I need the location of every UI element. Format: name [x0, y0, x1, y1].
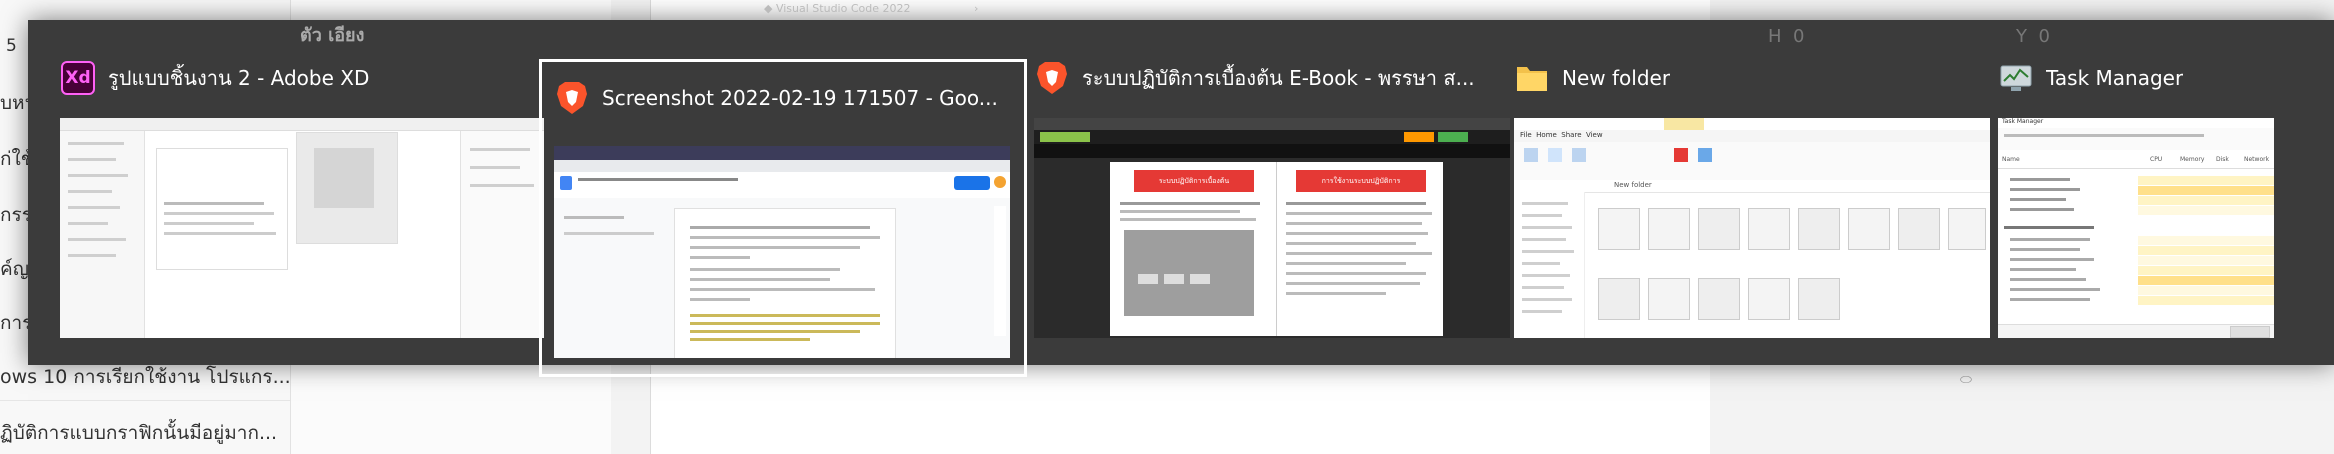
- window-title: Screenshot 2022-02-19 171507 - Goo...: [602, 86, 998, 110]
- window-header: Task Manager: [1998, 58, 2272, 98]
- ribbon-tabs: File Home Share View: [1520, 131, 1603, 139]
- window-thumbnail: File Home Share View New folder: [1514, 118, 1990, 338]
- window-title: Task Manager: [2046, 66, 2184, 90]
- window-header: Xd รูปแบบชิ้นงาน 2 - Adobe XD: [60, 58, 538, 98]
- breadcrumb: New folder: [1614, 181, 1652, 189]
- brave-browser-icon: [1034, 60, 1070, 96]
- background-text: ค์ญ: [0, 258, 29, 280]
- folder-icon: [1514, 60, 1550, 96]
- window-thumbnail: Task Manager Name CPU Memory Disk Networ…: [1998, 118, 2274, 338]
- adobe-xd-icon: Xd: [60, 60, 96, 96]
- background-text: ⬭: [1960, 372, 1972, 388]
- window-brave-screenshot[interactable]: Screenshot 2022-02-19 171507 - Goo...: [539, 59, 1027, 377]
- visual-studio-icon: ◆: [764, 2, 776, 15]
- task-header: Name CPU Memory Disk Network: [2002, 156, 2270, 163]
- background-text: ฏิบัติการแบบกราฟิกนั้นมีอยู่มาก...: [0, 422, 278, 444]
- ebook-banner-right: การใช้งานระบบปฏิบัติการ: [1321, 177, 1401, 185]
- task-manager-icon: [1998, 60, 2034, 96]
- background-text: 5: [6, 36, 17, 56]
- window-title: รูปแบบชิ้นงาน 2 - Adobe XD: [108, 66, 370, 90]
- window-file-explorer[interactable]: New folder File Home Share View New fold…: [1502, 42, 1990, 344]
- window-thumbnail: [60, 118, 544, 338]
- ebook-banner-left: ระบบปฏิบัติการเบื้องต้น: [1158, 177, 1230, 185]
- window-title: New folder: [1562, 66, 1671, 90]
- task-switcher: ตัว เอียง ◆ Visual Studio Code 2022 › H …: [28, 2, 2334, 377]
- menu-item: ◆ Visual Studio Code 2022 ›: [764, 2, 979, 15]
- window-task-manager[interactable]: Task Manager Task Manager Name CPU Memor…: [1986, 42, 2278, 344]
- window-header: New folder: [1514, 58, 1984, 98]
- window-header: ระบบปฏิบัติการเบื้องต้น E-Book - พรรษา ส…: [1034, 58, 1500, 98]
- window-title: ระบบปฏิบัติการเบื้องต้น E-Book - พรรษา ส…: [1082, 66, 1475, 90]
- window-adobe-xd[interactable]: Xd รูปแบบชิ้นงาน 2 - Adobe XD: [48, 42, 544, 344]
- window-thumbnail: [554, 146, 1010, 358]
- window-header: Screenshot 2022-02-19 171507 - Goo...: [554, 78, 1018, 118]
- window-brave-ebook[interactable]: ระบบปฏิบัติการเบื้องต้น E-Book - พรรษา ส…: [1022, 42, 1510, 344]
- window-thumbnail: ระบบปฏิบัติการเบื้องต้น การใช้งานระบบปฏิ…: [1034, 118, 1510, 338]
- background-text: ows 10 การเรียกใช้งาน โปรแกร...: [0, 366, 291, 388]
- brave-browser-icon: [554, 80, 590, 116]
- task-manager-title: Task Manager: [2002, 118, 2044, 125]
- divider: [0, 400, 290, 401]
